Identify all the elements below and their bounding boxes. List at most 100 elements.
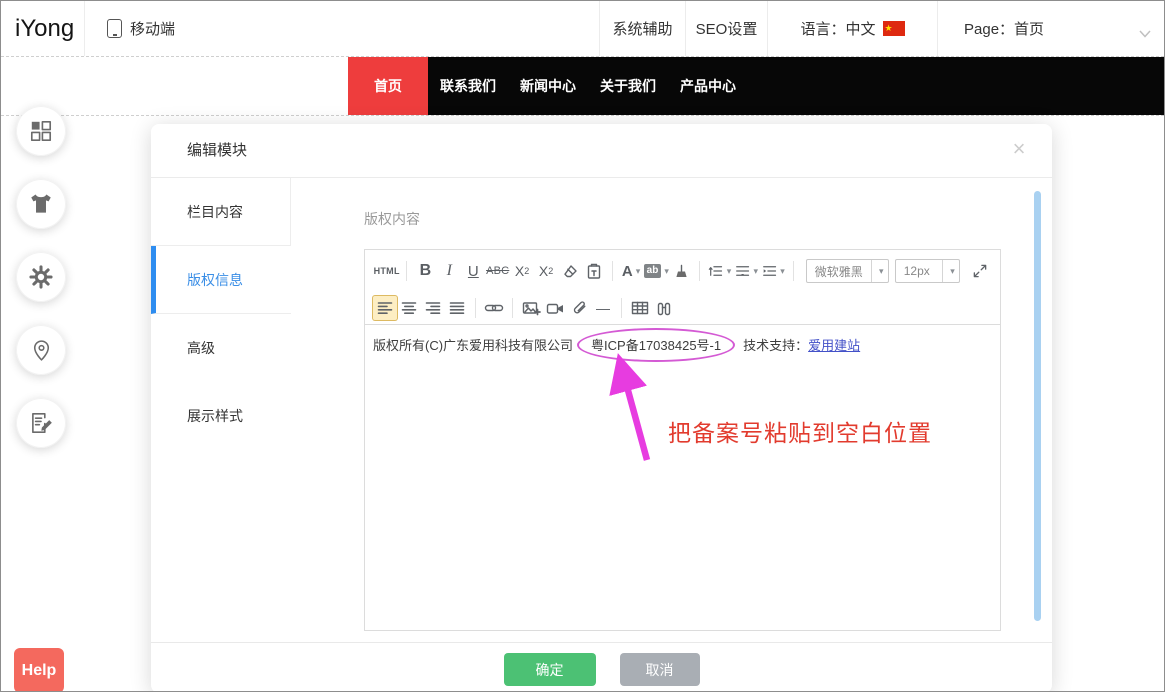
side-toolbar <box>16 106 66 448</box>
horizontal-rule-button[interactable]: — <box>591 296 615 320</box>
modal-scrollbar[interactable] <box>1034 191 1041 621</box>
align-justify-button[interactable] <box>445 296 469 320</box>
copyright-text: 版权所有(C)广东爱用科技有限公司 <box>373 338 573 353</box>
page-selector[interactable]: Page：首页 <box>937 1 1164 56</box>
align-center-button[interactable] <box>397 296 421 320</box>
link-icon <box>484 301 504 315</box>
sub-base: X <box>539 263 548 279</box>
language-label: 语言：中文 <box>800 18 875 39</box>
support-label: 技术支持： <box>743 338 808 353</box>
insert-video-button[interactable] <box>543 296 567 320</box>
topbar-menu: 系统辅助 SEO设置 语言：中文 ★ Page：首页 <box>599 1 1164 56</box>
location-pin-icon <box>29 338 54 363</box>
language-menu[interactable]: 语言：中文 ★ <box>767 1 937 56</box>
mobile-preview-button[interactable]: 移动端 <box>85 1 175 56</box>
tab-display-style[interactable]: 展示样式 <box>151 382 291 450</box>
page-label: Page：首页 <box>964 18 1044 39</box>
caret-down-icon: ▾ <box>780 266 785 277</box>
text-color-button[interactable]: A ▾ <box>619 259 643 283</box>
paste-text-button[interactable] <box>582 259 606 283</box>
chevron-down-icon <box>1139 25 1151 42</box>
location-button[interactable] <box>16 325 66 375</box>
font-family-select[interactable]: 微软雅黑 ▾ <box>806 259 889 283</box>
nav-item-contact[interactable]: 联系我们 <box>428 57 508 115</box>
modules-button[interactable] <box>16 106 66 156</box>
support-link[interactable]: 爱用建站 <box>808 338 860 353</box>
copyright-content-label: 版权内容 <box>364 209 420 229</box>
highlight-color-button[interactable]: ab ▾ <box>643 259 669 283</box>
find-replace-button[interactable] <box>652 296 676 320</box>
site-nav: 首页 联系我们 新闻中心 关于我们 产品中心 <box>348 57 1164 115</box>
fullscreen-button[interactable] <box>968 259 992 283</box>
image-add-icon <box>522 300 541 317</box>
editor-content-area[interactable]: 版权所有(C)广东爱用科技有限公司粤ICP备17038425号-1 技术支持：爱用… <box>365 325 1000 630</box>
editor-toolbar-row1: HTML B I U ABC X2 X2 <box>365 250 1000 292</box>
paragraph-spacing-button[interactable]: ▾ <box>733 259 760 283</box>
tab-column-content[interactable]: 栏目内容 <box>151 178 291 246</box>
remove-format-button[interactable] <box>558 259 582 283</box>
align-right-button[interactable] <box>421 296 445 320</box>
format-painter-button[interactable] <box>669 259 693 283</box>
indent-button[interactable]: ▾ <box>760 259 787 283</box>
china-flag-icon: ★ <box>883 21 905 36</box>
font-family-value: 微软雅黑 <box>807 263 871 280</box>
align-right-icon <box>425 301 441 315</box>
tshirt-icon <box>28 191 54 217</box>
tablet-icon <box>107 19 122 38</box>
align-left-button[interactable] <box>373 296 397 320</box>
theme-button[interactable] <box>16 179 66 229</box>
nav-item-products[interactable]: 产品中心 <box>668 57 748 115</box>
html-source-button[interactable]: HTML <box>373 259 400 283</box>
caret-down-icon: ▾ <box>753 266 758 277</box>
insert-file-button[interactable] <box>567 296 591 320</box>
sup-mark: 2 <box>524 266 529 276</box>
text-color-glyph: A <box>622 263 633 280</box>
line-height-button[interactable]: ▾ <box>706 259 733 283</box>
highlight-glyph: ab <box>644 264 662 278</box>
system-assist-menu[interactable]: 系统辅助 <box>599 1 685 56</box>
edit-module-dialog: 编辑模块 × 栏目内容 版权信息 高级 展示样式 版权内容 HTML B I U… <box>151 124 1052 692</box>
underline-button[interactable]: U <box>461 259 485 283</box>
top-bar: iYong 移动端 系统辅助 SEO设置 语言：中文 ★ Page：首页 <box>1 1 1164 57</box>
clipboard-icon <box>585 262 603 280</box>
bold-button[interactable]: B <box>413 259 437 283</box>
gear-icon <box>28 264 54 290</box>
paragraph-spacing-icon <box>735 263 750 279</box>
caret-down-icon: ▾ <box>879 266 884 277</box>
nav-item-news[interactable]: 新闻中心 <box>508 57 588 115</box>
subscript-button[interactable]: X2 <box>534 259 558 283</box>
separator <box>621 298 622 318</box>
tab-advanced[interactable]: 高级 <box>151 314 291 382</box>
superscript-button[interactable]: X2 <box>510 259 534 283</box>
editor-toolbar-row2: — <box>365 292 1000 325</box>
caret-down-icon: ▾ <box>727 266 732 277</box>
close-icon[interactable]: × <box>1006 136 1032 162</box>
help-button[interactable]: Help <box>14 648 64 692</box>
font-size-select[interactable]: 12px ▾ <box>895 259 960 283</box>
logo[interactable]: iYong <box>1 1 85 56</box>
insert-table-button[interactable] <box>628 296 652 320</box>
settings-button[interactable] <box>16 252 66 302</box>
nav-item-home[interactable]: 首页 <box>348 57 428 115</box>
align-left-icon <box>377 301 393 315</box>
edit-note-icon <box>28 410 54 436</box>
line-height-icon <box>708 263 723 279</box>
nav-item-about[interactable]: 关于我们 <box>588 57 668 115</box>
italic-button[interactable]: I <box>437 259 461 283</box>
insert-link-button[interactable] <box>482 296 506 320</box>
modules-grid-icon <box>28 118 54 144</box>
indent-icon <box>762 263 777 279</box>
table-icon <box>631 300 649 316</box>
sup-base: X <box>515 263 524 279</box>
seo-settings-menu[interactable]: SEO设置 <box>685 1 767 56</box>
content-edit-button[interactable] <box>16 398 66 448</box>
icp-number-circled: 粤ICP备17038425号-1 <box>577 328 735 362</box>
confirm-button[interactable]: 确定 <box>504 653 596 686</box>
font-size-value: 12px <box>896 264 942 278</box>
cancel-button[interactable]: 取消 <box>620 653 700 686</box>
insert-image-button[interactable] <box>519 296 543 320</box>
separator <box>793 261 794 281</box>
tab-copyright-info[interactable]: 版权信息 <box>151 246 291 314</box>
strikethrough-button[interactable]: ABC <box>485 259 510 283</box>
dialog-tab-list: 栏目内容 版权信息 高级 展示样式 <box>151 178 291 450</box>
